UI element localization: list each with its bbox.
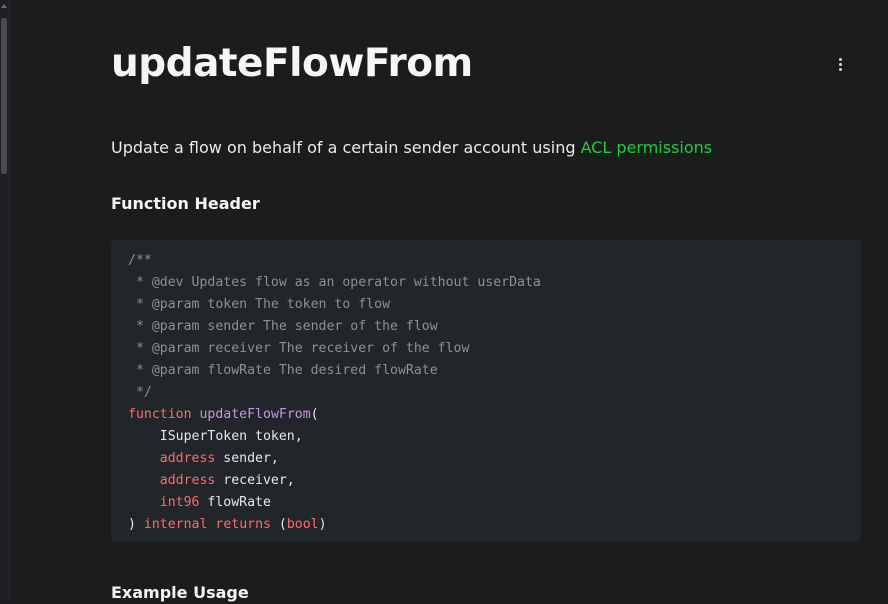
page-title: updateFlowFrom [111,41,473,86]
code-token-keyword: function [128,407,192,422]
code-token-comment: * @param token The token to flow [128,297,391,312]
code-token-plain: ) [318,517,327,532]
code-token-keyword: address [159,473,216,488]
code-token-plain: flowRate [199,495,271,510]
code-token-keyword: address [159,451,216,466]
code-token-plain: ( [310,407,319,422]
code-token-fn: updateFlowFrom [199,407,311,422]
code-line: */ [128,382,844,404]
code-token-keyword: bool [286,517,319,532]
code-token-comment: /** [128,253,152,268]
code-token-plain: ) [128,517,144,532]
intro-paragraph: Update a flow on behalf of a certain sen… [111,137,712,159]
code-token-comment: * @param receiver The receiver of the fl… [128,341,470,356]
page-scrollbar[interactable] [0,0,10,600]
code-line: int96 flowRate [128,492,844,514]
code-token-keyword: returns [215,517,271,532]
code-token-comment: */ [128,385,152,400]
function-header-heading: Function Header [111,194,260,213]
code-line: /** [128,250,844,272]
code-line: * @dev Updates flow as an operator witho… [128,272,844,294]
code-token-plain: receiver, [215,473,295,488]
code-token-plain: ISuperToken token, [128,429,303,444]
code-token-plain: ( [270,517,287,532]
code-token-plain: sender, [215,451,279,466]
acl-permissions-link[interactable]: ACL permissions [581,138,713,157]
example-usage-heading: Example Usage [111,583,249,602]
code-line: address receiver, [128,470,844,492]
code-line: ) internal returns (bool) [128,514,844,536]
code-line: function updateFlowFrom( [128,404,844,426]
code-line: * @param flowRate The desired flowRate [128,360,844,382]
code-line: ISuperToken token, [128,426,844,448]
code-token-comment: * @param flowRate The desired flowRate [128,363,438,378]
code-line: address sender, [128,448,844,470]
scroll-up-arrow-icon[interactable] [1,4,7,8]
code-token-keyword: int96 [159,495,200,510]
intro-text: Update a flow on behalf of a certain sen… [111,138,581,157]
code-line: * @param sender The sender of the flow [128,316,844,338]
vertical-ellipsis-icon[interactable] [833,54,847,74]
scrollbar-thumb[interactable] [1,18,7,174]
code-line: * @param receiver The receiver of the fl… [128,338,844,360]
code-token-comment: * @dev Updates flow as an operator witho… [128,275,541,290]
code-token-keyword: internal [143,517,208,532]
code-line: * @param token The token to flow [128,294,844,316]
code-block: /** * @dev Updates flow as an operator w… [111,240,861,542]
code-token-comment: * @param sender The sender of the flow [128,319,438,334]
